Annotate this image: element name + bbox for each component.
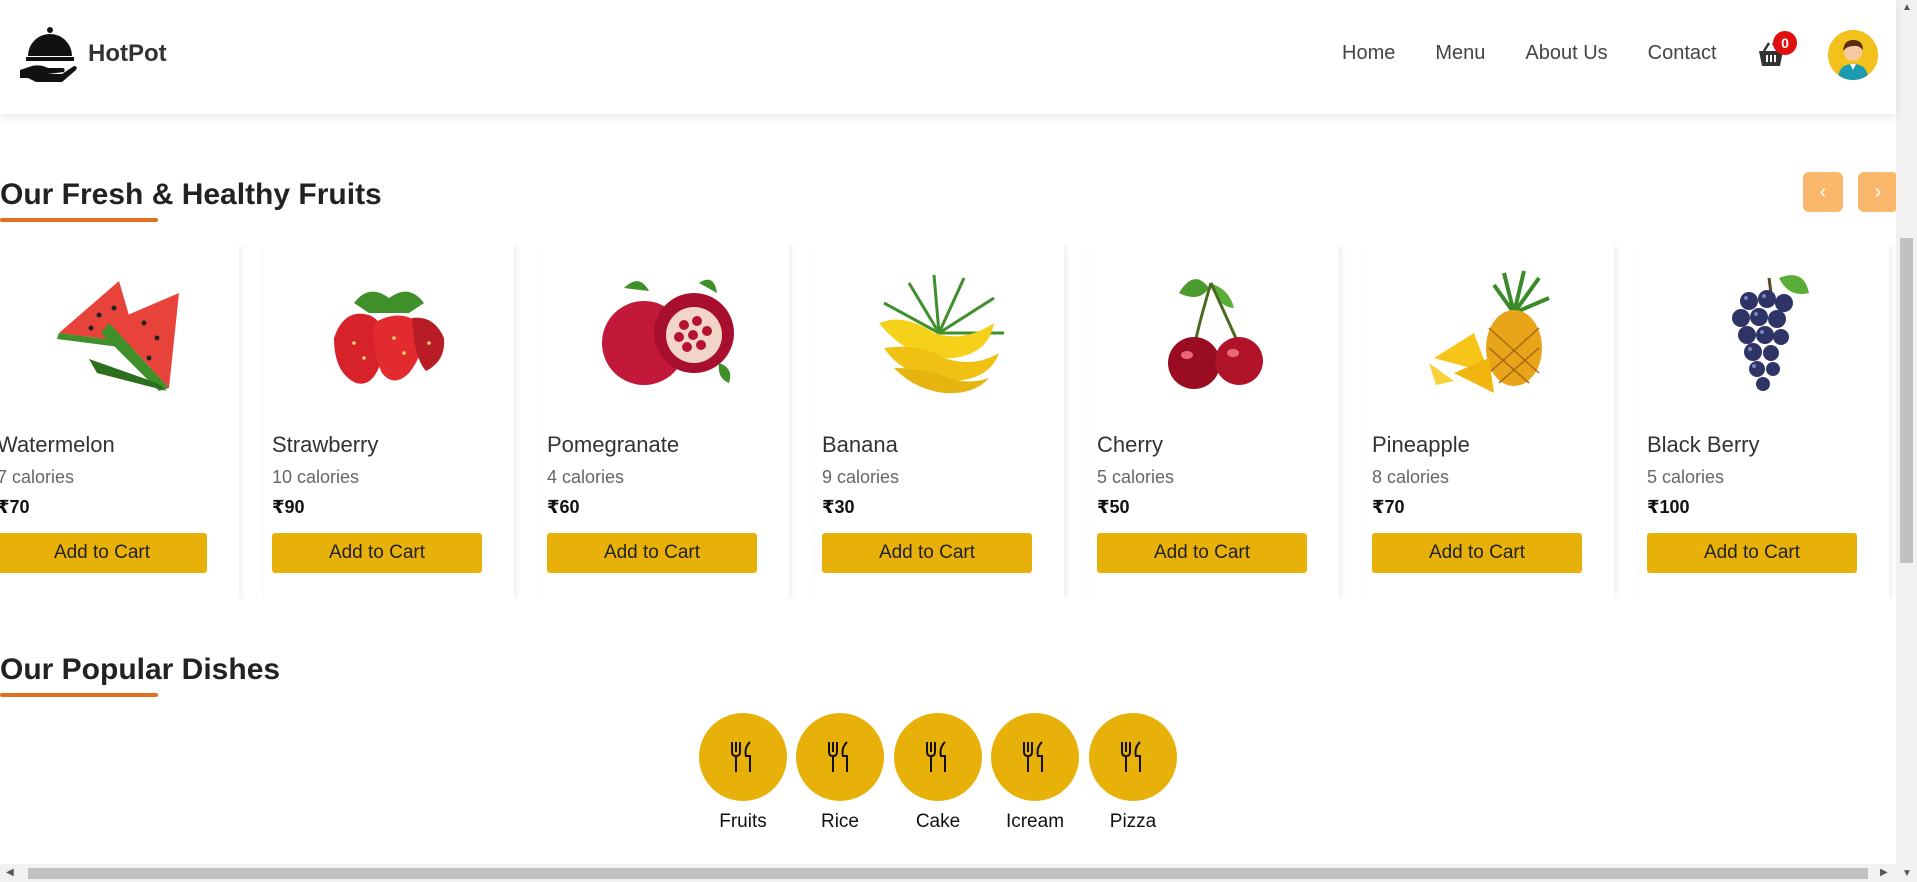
scroll-left-icon[interactable]: ◀ xyxy=(6,867,14,878)
product-calories: 8 calories xyxy=(1372,467,1450,487)
dish-circle xyxy=(796,713,884,801)
nav-home[interactable]: Home xyxy=(1342,42,1395,65)
product-card: Strawberry 10 calories ₹90 Add to Cart xyxy=(264,245,514,599)
product-card: Pineapple 8 calories ₹70 Add to Cart xyxy=(1364,245,1614,599)
dish-label: Icream xyxy=(1005,811,1065,832)
fruits-section-title: Our Fresh & Healthy Fruits xyxy=(0,178,382,211)
carousel-next-button[interactable]: › xyxy=(1858,172,1898,212)
fork-knife-icon xyxy=(731,741,751,772)
fruit-carousel: Watermelon 7 calories ₹70 Add to Cart St… xyxy=(0,245,1896,599)
vertical-scroll-thumb[interactable] xyxy=(1900,238,1913,563)
cart-count-badge: 0 xyxy=(1773,31,1797,55)
product-name: Black Berry xyxy=(1647,432,1760,457)
product-card: Black Berry 5 calories ₹100 Add to Cart xyxy=(1639,245,1889,599)
product-card: Watermelon 7 calories ₹70 Add to Cart xyxy=(0,245,239,599)
add-to-cart-button[interactable]: Add to Cart xyxy=(1097,533,1307,573)
blackberry-icon xyxy=(1732,275,1809,391)
product-name: Pomegranate xyxy=(547,432,680,457)
title-underline xyxy=(0,218,158,222)
dish-label: Fruits xyxy=(719,811,767,832)
cherry-icon xyxy=(1168,279,1263,389)
horizontal-scrollbar[interactable]: ◀ ▶ xyxy=(0,864,1896,882)
dish-circle xyxy=(894,713,982,801)
main-nav: Home Menu About Us Contact xyxy=(1342,42,1757,65)
dish-circle xyxy=(1089,713,1177,801)
product-calories: 9 calories xyxy=(822,467,900,487)
pineapple-icon xyxy=(1429,270,1550,393)
product-calories: 10 calories xyxy=(272,467,360,487)
product-price: ₹70 xyxy=(0,497,30,517)
add-to-cart-button[interactable]: Add to Cart xyxy=(272,533,482,573)
strawberry-icon xyxy=(334,291,445,384)
nav-menu[interactable]: Menu xyxy=(1435,42,1485,65)
fork-knife-icon xyxy=(1023,741,1043,772)
product-name: Strawberry xyxy=(272,432,379,457)
dish-circle xyxy=(699,713,787,801)
nav-contact[interactable]: Contact xyxy=(1648,42,1717,65)
brand-name: HotPot xyxy=(88,40,167,67)
carousel-prev-button[interactable]: ‹ xyxy=(1803,172,1843,212)
title-underline xyxy=(0,693,158,697)
product-price: ₹50 xyxy=(1097,497,1130,517)
user-icon xyxy=(1828,30,1878,80)
scroll-up-icon[interactable]: ▲ xyxy=(1902,2,1912,13)
product-calories: 4 calories xyxy=(547,467,625,487)
pomegranate-icon xyxy=(602,279,734,385)
add-to-cart-button[interactable]: Add to Cart xyxy=(547,533,757,573)
product-calories: 5 calories xyxy=(1647,467,1725,487)
logo[interactable]: HotPot xyxy=(18,24,167,84)
fork-knife-icon xyxy=(828,741,848,772)
product-price: ₹60 xyxy=(547,497,580,517)
product-name: Banana xyxy=(822,432,898,457)
vertical-scrollbar[interactable]: ▲ ▼ xyxy=(1896,0,1917,882)
product-price: ₹90 xyxy=(272,497,305,517)
product-name: Pineapple xyxy=(1372,432,1470,457)
add-to-cart-button[interactable]: Add to Cart xyxy=(822,533,1032,573)
product-name: Cherry xyxy=(1097,432,1164,457)
scroll-right-icon[interactable]: ▶ xyxy=(1880,867,1888,878)
dish-category-cake[interactable]: Cake xyxy=(894,713,982,833)
product-price: ₹30 xyxy=(822,497,855,517)
watermelon-icon xyxy=(57,281,179,391)
cloche-hand-icon xyxy=(20,27,77,82)
dish-category-pizza[interactable]: Pizza xyxy=(1089,713,1177,833)
user-avatar[interactable] xyxy=(1828,30,1878,80)
product-card: Banana 9 calories ₹30 Add to Cart xyxy=(814,245,1064,599)
dish-category-fruits[interactable]: Fruits xyxy=(699,713,787,833)
add-to-cart-button[interactable]: Add to Cart xyxy=(1647,533,1857,573)
site-header: HotPot Home Menu About Us Contact 0 xyxy=(0,0,1896,114)
product-calories: 5 calories xyxy=(1097,467,1175,487)
fork-knife-icon xyxy=(926,741,946,772)
add-to-cart-button[interactable]: Add to Cart xyxy=(0,533,207,573)
dish-label: Cake xyxy=(915,811,961,832)
product-price: ₹70 xyxy=(1372,497,1405,517)
product-calories: 7 calories xyxy=(0,467,75,487)
banana-icon xyxy=(879,274,1004,394)
fork-knife-icon xyxy=(1121,741,1141,772)
add-to-cart-button[interactable]: Add to Cart xyxy=(1372,533,1582,573)
dishes-section-title: Our Popular Dishes xyxy=(0,653,281,686)
dish-circle xyxy=(991,713,1079,801)
dish-category-rice[interactable]: Rice xyxy=(796,713,884,833)
dish-label: Pizza xyxy=(1109,811,1157,832)
dish-category-icream[interactable]: Icream xyxy=(991,713,1079,833)
product-price: ₹100 xyxy=(1647,497,1690,517)
product-name: Watermelon xyxy=(0,432,115,457)
dish-label: Rice xyxy=(820,811,859,832)
product-card: Cherry 5 calories ₹50 Add to Cart xyxy=(1089,245,1339,599)
product-card: Pomegranate 4 calories ₹60 Add to Cart xyxy=(539,245,789,599)
scroll-down-icon[interactable]: ▼ xyxy=(1902,868,1912,879)
horizontal-scroll-thumb[interactable] xyxy=(28,868,1868,879)
nav-about-us[interactable]: About Us xyxy=(1525,42,1607,65)
